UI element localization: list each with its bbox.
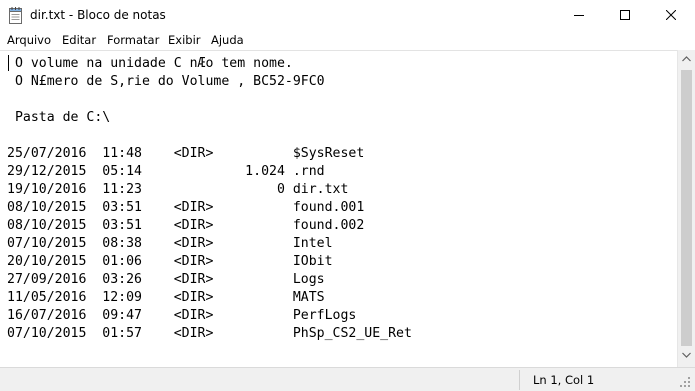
text-line: 25/07/2016 11:48 <DIR> $SysReset bbox=[7, 146, 365, 161]
text-line: Pasta de C:\ bbox=[7, 110, 111, 125]
text-line: 20/10/2015 01:06 <DIR> IObit bbox=[7, 254, 333, 269]
text-editor[interactable]: O volume na unidade C nÆo tem nome. O N£… bbox=[0, 50, 677, 367]
maximize-button[interactable] bbox=[602, 0, 648, 30]
text-line: 07/10/2015 01:57 <DIR> PhSp_CS2_UE_Ret bbox=[7, 326, 412, 341]
title-bar[interactable]: dir.txt - Bloco de notas bbox=[0, 0, 695, 30]
maximize-icon bbox=[620, 10, 630, 20]
text-line: O volume na unidade C nÆo tem nome. bbox=[7, 56, 293, 71]
status-bar: Ln 1, Col 1 bbox=[0, 367, 695, 391]
window-title: dir.txt - Bloco de notas bbox=[30, 8, 166, 22]
text-line: 11/05/2016 12:09 <DIR> MATS bbox=[7, 290, 325, 305]
text-line: 08/10/2015 03:51 <DIR> found.002 bbox=[7, 218, 365, 233]
menu-ajuda[interactable]: Ajuda bbox=[211, 33, 244, 47]
notepad-icon bbox=[8, 6, 24, 24]
menu-bar: Arquivo Editar Formatar Exibir Ajuda bbox=[0, 30, 695, 50]
cursor-position: Ln 1, Col 1 bbox=[533, 373, 595, 387]
menu-formatar[interactable]: Formatar bbox=[107, 33, 159, 47]
text-line: 29/12/2015 05:14 1.024 .rnd bbox=[7, 164, 325, 179]
menu-editar[interactable]: Editar bbox=[62, 33, 96, 47]
menu-arquivo[interactable]: Arquivo bbox=[7, 33, 51, 47]
scrollbar-thumb[interactable] bbox=[681, 70, 692, 346]
menu-exibir[interactable]: Exibir bbox=[168, 33, 201, 47]
resize-grip-icon[interactable] bbox=[680, 377, 691, 388]
minimize-icon bbox=[574, 15, 584, 16]
text-line: 07/10/2015 08:38 <DIR> Intel bbox=[7, 236, 333, 251]
close-button[interactable] bbox=[648, 0, 694, 30]
document-text[interactable]: O volume na unidade C nÆo tem nome. O N£… bbox=[7, 55, 412, 343]
status-divider bbox=[519, 370, 520, 390]
vertical-scrollbar[interactable] bbox=[677, 50, 695, 367]
close-icon bbox=[666, 10, 676, 20]
scroll-up-icon[interactable] bbox=[682, 56, 691, 62]
text-line: 08/10/2015 03:51 <DIR> found.001 bbox=[7, 200, 365, 215]
text-line: 27/09/2016 03:26 <DIR> Logs bbox=[7, 272, 325, 287]
text-line: O N£mero de S,rie do Volume , BC52-9FC0 bbox=[7, 74, 325, 89]
text-line: 16/07/2016 09:47 <DIR> PerfLogs bbox=[7, 308, 357, 323]
text-line: 19/10/2016 11:23 0 dir.txt bbox=[7, 182, 349, 197]
scroll-down-icon[interactable] bbox=[682, 352, 691, 358]
minimize-button[interactable] bbox=[556, 0, 602, 30]
